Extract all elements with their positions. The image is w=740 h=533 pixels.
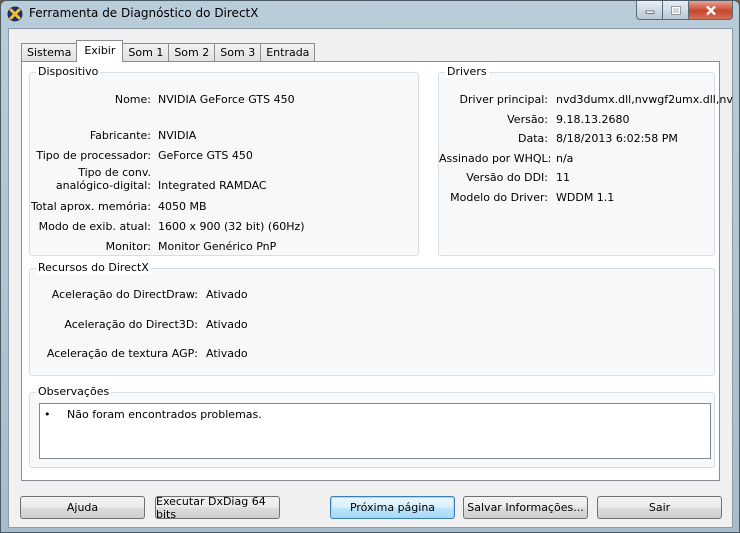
tab-sistema[interactable]: Sistema <box>21 43 78 62</box>
driver-version-value: 9.18.13.2680 <box>556 113 630 126</box>
driver-date-value: 8/18/2013 6:02:58 PM <box>556 132 678 145</box>
bullet-glyph: • <box>44 408 51 421</box>
total-memory-label: Total aprox. memória: <box>30 200 151 213</box>
notes-textbox[interactable]: • Não foram encontrados problemas. <box>39 403 711 459</box>
drivers-group-label: Drivers <box>445 65 489 78</box>
tab-som-2[interactable]: Som 2 <box>168 43 216 62</box>
window-title: Ferramenta de Diagnóstico do DirectX <box>29 6 259 20</box>
tab-strip: Sistema Exibir Som 1 Som 2 Som 3 Entrada <box>21 40 316 62</box>
help-button[interactable]: Ajuda <box>20 496 145 519</box>
agp-texture-accel-value: Ativado <box>206 347 248 360</box>
manufacturer-value: NVIDIA <box>158 129 197 142</box>
tab-som-3[interactable]: Som 3 <box>214 43 262 62</box>
note-item: Não foram encontrados problemas. <box>67 408 262 421</box>
display-tab-panel: Dispositivo Nome: NVIDIA GeForce GTS 450… <box>21 61 733 481</box>
client-area: Sistema Exibir Som 1 Som 2 Som 3 Entrada… <box>8 28 733 528</box>
direct3d-accel-value: Ativado <box>206 318 248 331</box>
monitor-value: Monitor Genérico PnP <box>158 240 277 253</box>
processor-type-label: Tipo de processador: <box>36 149 151 162</box>
whql-label: Assinado por WHQL: <box>439 152 552 165</box>
device-name-label: Nome: <box>114 93 151 106</box>
device-group-label: Dispositivo <box>36 65 101 78</box>
agp-texture-accel-label: Aceleração de textura AGP: <box>46 347 198 360</box>
device-name-value: NVIDIA GeForce GTS 450 <box>158 93 295 106</box>
run-64bit-button[interactable]: Executar DxDiag 64 bits <box>155 495 280 521</box>
exit-button[interactable]: Sair <box>597 496 722 519</box>
display-mode-label: Modo de exib. atual: <box>38 220 151 233</box>
maximize-button[interactable] <box>663 1 689 20</box>
display-mode-value: 1600 x 900 (32 bit) (60Hz) <box>158 220 305 233</box>
processor-type-value: GeForce GTS 450 <box>158 149 253 162</box>
save-info-button[interactable]: Salvar Informações... <box>463 496 588 519</box>
title-bar[interactable]: Ferramenta de Diagnóstico do DirectX <box>1 1 739 27</box>
ddi-version-value: 11 <box>556 171 570 184</box>
dxdiag-window: Ferramenta de Diagnóstico do DirectX Sis… <box>0 0 740 533</box>
driver-model-value: WDDM 1.1 <box>556 191 615 204</box>
driver-model-label: Modelo do Driver: <box>450 191 548 204</box>
directx-features-label: Recursos do DirectX <box>36 261 151 274</box>
dac-type-label-line2: analógico-digital: <box>55 179 151 192</box>
dac-type-value: Integrated RAMDAC <box>158 179 267 192</box>
direct3d-accel-label: Aceleração do Direct3D: <box>64 318 198 331</box>
close-button[interactable] <box>689 1 733 20</box>
main-driver-label: Driver principal: <box>459 93 548 106</box>
directdraw-accel-value: Ativado <box>206 288 248 301</box>
main-driver-value: nvd3dumx.dll,nvwgf2umx.dll,nv <box>556 93 733 106</box>
minimize-button[interactable] <box>636 1 663 20</box>
driver-version-label: Versão: <box>507 113 548 126</box>
manufacturer-label: Fabricante: <box>89 129 151 142</box>
directx-x-icon <box>7 6 23 22</box>
notes-group: Observações • Não foram encontrados prob… <box>29 385 715 468</box>
tab-som-1[interactable]: Som 1 <box>122 43 170 62</box>
total-memory-value: 4050 MB <box>158 200 207 213</box>
drivers-group: Drivers Driver principal: nvd3dumx.dll,n… <box>438 65 733 256</box>
device-group: Dispositivo Nome: NVIDIA GeForce GTS 450… <box>29 65 419 256</box>
directdraw-accel-label: Aceleração do DirectDraw: <box>51 288 198 301</box>
monitor-label: Monitor: <box>105 240 151 253</box>
driver-date-label: Data: <box>518 132 548 145</box>
whql-value: n/a <box>556 152 574 165</box>
ddi-version-label: Versão do DDI: <box>466 171 548 184</box>
next-page-button[interactable]: Próxima página <box>330 496 455 519</box>
maximize-icon <box>670 5 681 15</box>
tab-entrada[interactable]: Entrada <box>260 43 316 62</box>
close-icon <box>705 5 716 15</box>
directx-features-group: Recursos do DirectX Aceleração do Direct… <box>29 261 715 376</box>
notes-label: Observações <box>36 385 112 398</box>
dac-type-label-line1: Tipo de conv. <box>78 166 151 179</box>
tab-exibir[interactable]: Exibir <box>76 40 124 62</box>
minimize-icon <box>645 10 654 14</box>
